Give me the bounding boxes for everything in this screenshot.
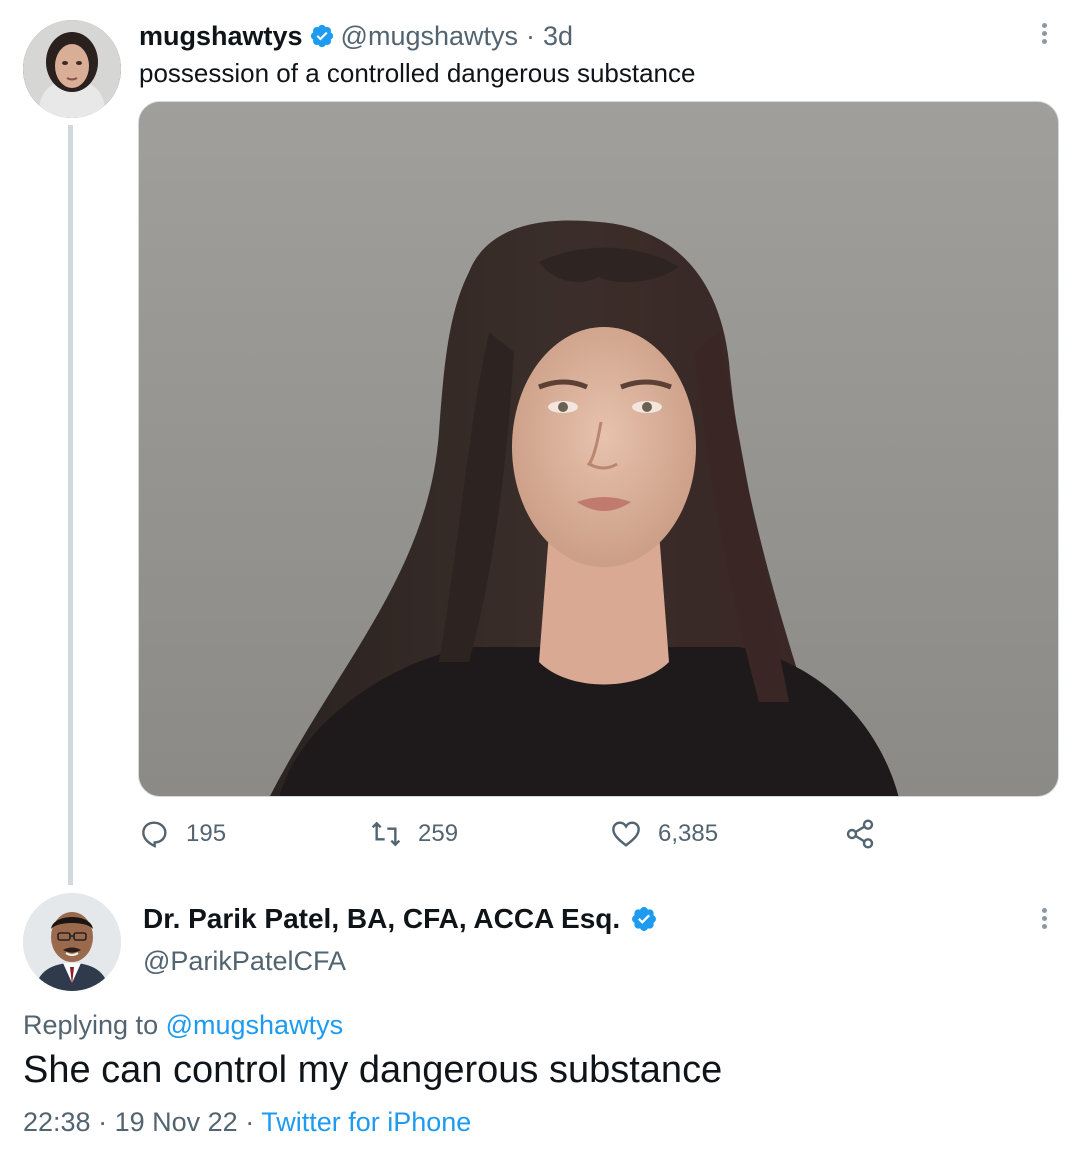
replying-to-line: Replying to @mugshawtys	[23, 1010, 343, 1041]
verified-badge-icon	[632, 907, 657, 931]
author-name[interactable]: mugshawtys	[139, 21, 303, 52]
tweet-timestamp[interactable]: 3d	[543, 21, 573, 52]
reply-button[interactable]: 195	[138, 812, 226, 856]
avatar-portrait-icon	[23, 893, 121, 991]
more-options-icon[interactable]	[1029, 905, 1059, 935]
verified-badge-icon	[310, 24, 333, 48]
reply-icon	[142, 821, 167, 848]
avatar-portrait-icon	[23, 20, 121, 118]
heart-icon	[612, 821, 640, 847]
like-button[interactable]: 6,385	[610, 812, 718, 856]
avatar[interactable]	[23, 893, 121, 991]
retweet-icon	[371, 821, 401, 847]
reply-author-name[interactable]: Dr. Parik Patel, BA, CFA, ACCA Esq.	[143, 903, 620, 935]
retweet-count: 259	[418, 820, 459, 847]
reply-author-header: Dr. Parik Patel, BA, CFA, ACCA Esq.	[143, 903, 664, 935]
avatar[interactable]	[23, 20, 121, 118]
tweet-media-photo[interactable]	[138, 101, 1059, 797]
photo-icon	[139, 102, 1058, 796]
separator-dot: ·	[245, 1107, 255, 1137]
author-handle[interactable]: @mugshawtys	[341, 21, 518, 52]
share-icon	[846, 819, 874, 849]
thread-connector-line	[68, 125, 73, 885]
retweet-button[interactable]: 259	[370, 812, 458, 856]
reply-count: 195	[186, 820, 227, 847]
more-options-icon[interactable]	[1029, 20, 1059, 50]
tweet-text: possession of a controlled dangerous sub…	[139, 58, 696, 88]
tweet-actions: 195 259 6,385	[138, 812, 898, 856]
reply-source-link[interactable]: Twitter for iPhone	[261, 1107, 471, 1137]
reply-text: She can control my dangerous substance	[23, 1049, 723, 1091]
like-count: 6,385	[658, 820, 719, 847]
share-button[interactable]	[844, 812, 892, 856]
tweet-header: mugshawtys @mugshawtys · 3d	[139, 18, 573, 54]
tweet-thread: mugshawtys @mugshawtys · 3d possession o…	[0, 0, 1080, 1159]
replying-to-label: Replying to	[23, 1010, 159, 1040]
reply-time[interactable]: 22:38	[23, 1107, 91, 1137]
reply-meta: 22:38 · 19 Nov 22 · Twitter for iPhone	[23, 1107, 471, 1138]
replying-to-link[interactable]: @mugshawtys	[166, 1010, 343, 1040]
reply-author-handle[interactable]: @ParikPatelCFA	[143, 946, 346, 977]
separator-dot: ·	[98, 1107, 108, 1137]
reply-date[interactable]: 19 Nov 22	[115, 1107, 238, 1137]
separator-dot: ·	[526, 20, 536, 51]
